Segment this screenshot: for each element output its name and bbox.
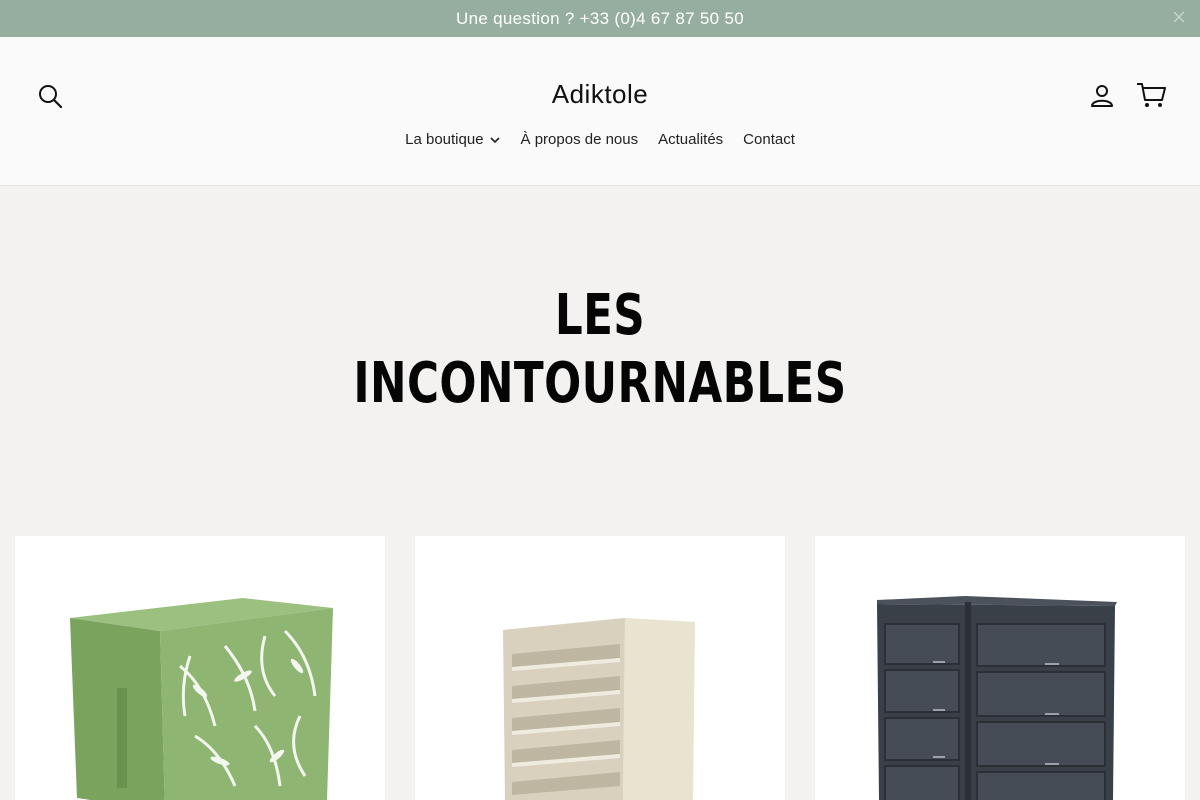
product-image-grey-bin-store[interactable] bbox=[815, 536, 1185, 800]
chevron-down-icon bbox=[489, 136, 500, 143]
product-card[interactable] bbox=[415, 536, 785, 800]
nav-item-label: La boutique bbox=[405, 131, 484, 148]
account-icon[interactable] bbox=[1088, 82, 1116, 110]
cart-icon[interactable] bbox=[1135, 80, 1167, 110]
nav-item-news[interactable]: Actualités bbox=[648, 129, 733, 150]
announcement-bar: Une question ? +33 (0)4 67 87 50 50 bbox=[0, 0, 1200, 37]
section-title-line1: LES bbox=[554, 283, 646, 348]
nav-item-label: Actualités bbox=[658, 131, 724, 148]
nav-item-label: Contact bbox=[743, 131, 795, 148]
nav-item-contact[interactable]: Contact bbox=[733, 129, 805, 150]
nav-item-boutique[interactable]: La boutique bbox=[395, 129, 510, 150]
product-card[interactable] bbox=[815, 536, 1185, 800]
close-icon[interactable] bbox=[1172, 10, 1186, 24]
nav-item-about[interactable]: À propos de nous bbox=[511, 129, 649, 150]
main-nav: La boutique À propos de nous Actualités … bbox=[0, 129, 1200, 150]
announcement-text[interactable]: Une question ? +33 (0)4 67 87 50 50 bbox=[456, 9, 744, 29]
site-header: Adiktole La boutique À propos de nous Ac… bbox=[0, 37, 1200, 186]
section-title: LES INCONTOURNABLES bbox=[132, 282, 1068, 418]
section-title-line2: INCONTOURNABLES bbox=[353, 351, 847, 416]
site-logo[interactable]: Adiktole bbox=[0, 79, 1200, 110]
product-card[interactable] bbox=[15, 536, 385, 800]
product-image-beige-cover[interactable] bbox=[415, 536, 785, 800]
product-image-green-cover[interactable] bbox=[15, 536, 385, 800]
nav-item-label: À propos de nous bbox=[520, 131, 639, 148]
